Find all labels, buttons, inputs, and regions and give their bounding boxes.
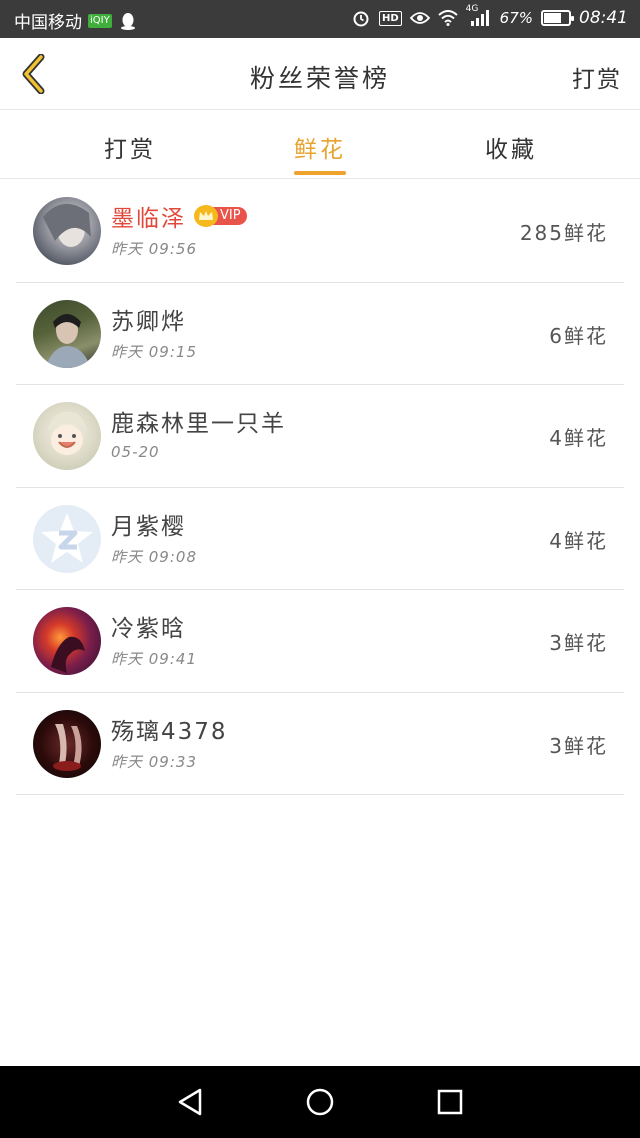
list-item[interactable]: 月紫樱 昨天 09:08 4鲜花 (16, 488, 624, 590)
list-item[interactable]: 墨临泽 VIP 昨天 09:56 285鲜花 (16, 180, 624, 283)
qq-zone-star-icon (41, 512, 93, 563)
fan-time: 昨天 09:15 (111, 342, 197, 361)
flower-count: 4鲜花 (549, 426, 608, 450)
flower-count: 285鲜花 (519, 221, 608, 245)
avatar[interactable] (33, 607, 101, 675)
list-item[interactable]: 冷紫晗 昨天 09:41 3鲜花 (16, 590, 624, 693)
page-title: 粉丝荣誉榜 (249, 64, 390, 93)
fan-time: 昨天 09:41 (111, 650, 197, 668)
tab-bar: 打赏 鲜花 收藏 (0, 111, 640, 179)
avatar[interactable] (33, 402, 101, 470)
flower-count: 6鲜花 (549, 323, 608, 348)
clock: 08:41 (579, 8, 628, 28)
fan-name: 鹿森林里一只羊 (111, 411, 286, 437)
fan-time: 昨天 09:08 (111, 547, 197, 566)
battery-icon (541, 10, 574, 26)
fan-name: 墨临泽 (111, 206, 186, 232)
flower-count: 4鲜花 (549, 528, 608, 553)
fan-name: 苏卿烨 (111, 308, 186, 335)
square-recents-icon (437, 1089, 463, 1115)
system-nav-bar (0, 1066, 640, 1138)
eye-icon (409, 8, 430, 28)
fan-name: 殇璃4378 (111, 718, 228, 745)
wifi-icon (437, 8, 458, 28)
list-item[interactable]: 苏卿烨 昨天 09:15 6鲜花 (16, 283, 624, 385)
avatar[interactable] (33, 299, 101, 368)
avatar[interactable] (33, 709, 101, 778)
vip-badge: VIP (194, 205, 247, 227)
alarm-icon (351, 8, 371, 28)
list-item[interactable]: 殇璃4378 昨天 09:33 3鲜花 (16, 693, 624, 795)
signal-icon: 4G (466, 4, 492, 28)
crown-icon (194, 205, 218, 227)
flower-count: 3鲜花 (549, 631, 608, 655)
fan-name: 冷紫晗 (111, 616, 186, 642)
active-tab-indicator (294, 171, 346, 175)
avatar[interactable] (33, 504, 101, 573)
nav-home-button[interactable] (300, 1084, 340, 1120)
flower-count: 3鲜花 (549, 733, 608, 758)
status-bar: 中国移动 iQIY HD 4G 67% 08:41 (0, 0, 640, 38)
nav-back-button[interactable] (170, 1084, 210, 1120)
fan-name: 月紫樱 (111, 513, 186, 540)
fan-time: 05-20 (111, 443, 160, 461)
fan-time: 昨天 09:56 (111, 240, 197, 258)
tab-favorites[interactable]: 收藏 (451, 130, 571, 164)
triangle-back-icon (178, 1088, 202, 1116)
iqiyi-badge-icon: iQIY (88, 13, 112, 28)
app-header: 粉丝荣誉榜 打赏 (0, 38, 640, 110)
nav-recents-button[interactable] (430, 1084, 470, 1120)
tab-flowers[interactable]: 鲜花 (260, 130, 380, 164)
avatar[interactable] (33, 197, 101, 265)
list-item[interactable]: 鹿森林里一只羊 05-20 4鲜花 (16, 385, 624, 488)
fan-list: 墨临泽 VIP 昨天 09:56 285鲜花 苏卿烨 昨天 09:15 6鲜花 … (0, 180, 640, 795)
qq-notification-icon (118, 11, 138, 31)
hd-icon: HD (378, 10, 402, 26)
carrier-name: 中国移动 (14, 13, 82, 33)
tab-reward[interactable]: 打赏 (70, 130, 190, 164)
reward-button[interactable]: 打赏 (572, 60, 622, 94)
fan-time: 昨天 09:33 (111, 752, 197, 771)
circle-home-icon (306, 1088, 334, 1116)
battery-percent: 67% (499, 9, 533, 27)
